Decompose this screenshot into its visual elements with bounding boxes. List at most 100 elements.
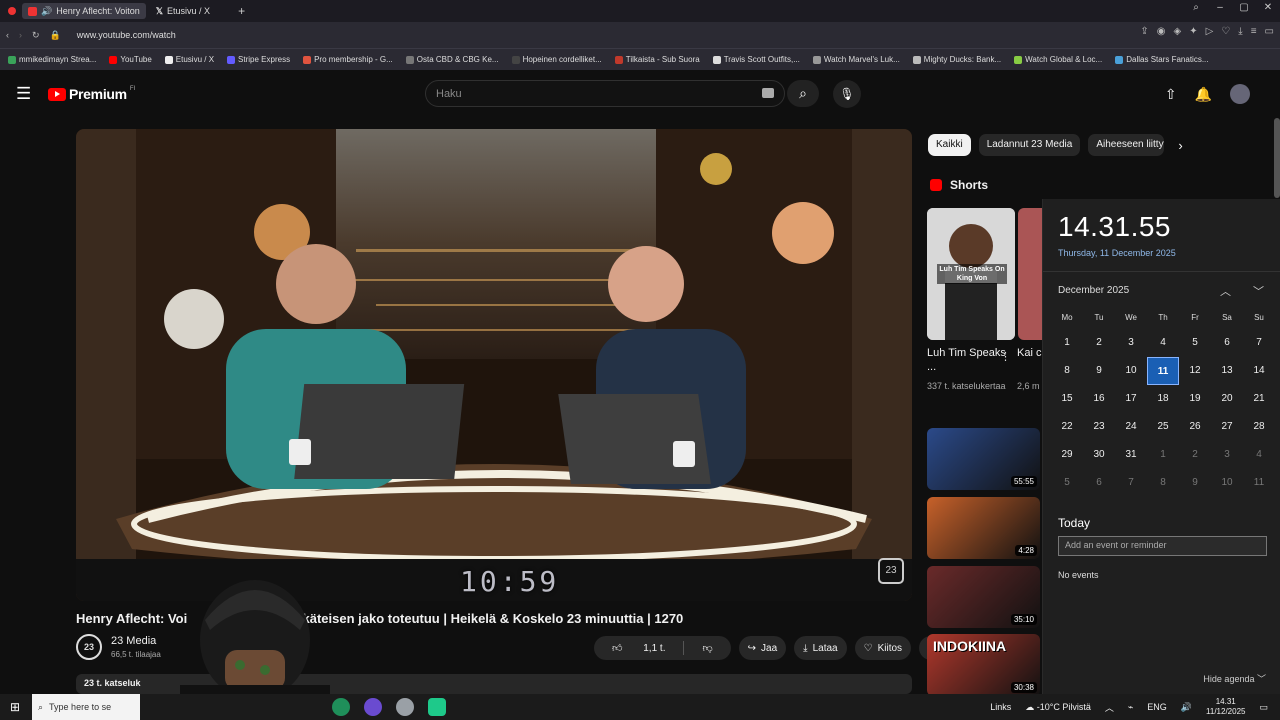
keyboard-icon[interactable] (762, 88, 774, 98)
opera-logo-icon[interactable] (8, 7, 16, 15)
calendar-day[interactable]: 7 (1115, 469, 1147, 497)
calendar-day[interactable]: 4 (1243, 441, 1275, 469)
search-tabs-icon[interactable]: ⌕ (1184, 0, 1208, 16)
bookmark-item[interactable]: Hopeinen cordelliket... (511, 55, 602, 64)
game-app-icon[interactable] (396, 698, 414, 716)
calendar-day[interactable]: 6 (1083, 469, 1115, 497)
bookmark-item[interactable]: Travis Scott Outfits,... (712, 55, 800, 64)
calendar-day[interactable]: 27 (1211, 413, 1243, 441)
calendar-day[interactable]: 9 (1179, 469, 1211, 497)
chip-uploaded-by[interactable]: Ladannut 23 Media (978, 134, 1081, 156)
language-indicator[interactable]: ENG (1147, 702, 1167, 712)
maximize-button[interactable]: ▢ (1232, 0, 1256, 16)
bookmark-item[interactable]: Dallas Stars Fanatics... (1115, 55, 1208, 64)
calendar-day[interactable]: 9 (1083, 357, 1115, 385)
calendar-day[interactable]: 10 (1211, 469, 1243, 497)
calendar-day[interactable]: 29 (1051, 441, 1083, 469)
bookmark-item[interactable]: Osta CBD & CBG Ke... (405, 55, 499, 64)
messenger-app-icon[interactable] (428, 698, 446, 716)
links-toolbar[interactable]: Links (990, 702, 1011, 712)
speaker-icon[interactable]: 🔊 (41, 6, 52, 17)
calendar-day[interactable]: 24 (1115, 413, 1147, 441)
calendar-day[interactable]: 26 (1179, 413, 1211, 441)
calendar-day[interactable]: 14 (1243, 357, 1275, 385)
weather-widget[interactable]: ☁ -10°C Pilvistä (1025, 702, 1091, 713)
taskbar-search-input[interactable]: ⌕ Type here to se (32, 694, 140, 720)
bookmark-item[interactable]: Pro membership - G... (303, 55, 393, 64)
calendar-day[interactable]: 21 (1243, 385, 1275, 413)
bookmark-item[interactable]: Watch Global & Loc... (1014, 55, 1102, 64)
calendar-day[interactable]: 20 (1211, 385, 1243, 413)
minimize-button[interactable]: – (1208, 0, 1232, 16)
voice-search-button[interactable]: 🎙 (833, 80, 861, 108)
camera-icon[interactable]: ◉ (1157, 26, 1166, 37)
share-icon[interactable]: ⇪ (1140, 26, 1148, 37)
calendar-day[interactable]: 8 (1147, 469, 1179, 497)
chip-related[interactable]: Aiheeseen liittyvä (1088, 134, 1165, 156)
chevron-up-icon[interactable]: ︿ (1105, 701, 1114, 714)
calendar-day[interactable]: 30 (1083, 441, 1115, 469)
calendar-day[interactable]: 25 (1147, 413, 1179, 441)
related-video-thumbnail[interactable]: 35:10 (927, 566, 1040, 628)
chevron-down-icon[interactable]: ﹀ (1253, 283, 1264, 299)
calendar-day[interactable]: 19 (1179, 385, 1211, 413)
upload-icon[interactable]: ⇧ (1165, 86, 1177, 103)
tab-x[interactable]: 𝕏 Etusivu / X (150, 3, 216, 19)
calendar-day[interactable]: 15 (1051, 385, 1083, 413)
related-video-thumbnail[interactable]: 4:28 (927, 497, 1040, 559)
calendar-day[interactable]: 1 (1051, 329, 1083, 357)
bookmark-item[interactable]: Stripe Express (227, 55, 290, 64)
hamburger-menu-icon[interactable]: ☰ (16, 84, 31, 104)
calendar-day[interactable]: 23 (1083, 413, 1115, 441)
bookmark-item[interactable]: Etusivu / X (164, 55, 214, 64)
volume-icon[interactable]: 🔊 (1181, 702, 1192, 713)
menu-icon[interactable]: ≡ (1251, 26, 1257, 37)
calendar-day[interactable]: 11 (1243, 469, 1275, 497)
chip-all[interactable]: Kaikki (928, 134, 971, 156)
windows-start-icon[interactable]: ⊞ (10, 700, 26, 714)
discord-app-icon[interactable] (364, 698, 382, 716)
new-tab-button[interactable]: + (238, 4, 245, 18)
calendar-day[interactable]: 28 (1243, 413, 1275, 441)
calendar-day[interactable]: 5 (1179, 329, 1211, 357)
video-player[interactable]: 10:59 23 (76, 129, 912, 601)
channel-name[interactable]: 23 Media (111, 635, 156, 647)
short-thumbnail-1[interactable]: Luh Tim Speaks On King Von (927, 208, 1015, 340)
share-button[interactable]: ↪ Jaa (738, 636, 787, 660)
download-button[interactable]: ⤓ Lataa (794, 636, 847, 660)
url-field[interactable]: www.youtube.com/watch (77, 30, 176, 40)
bookmark-item[interactable]: Watch Marvel's Luk... (812, 55, 900, 64)
short-title-1[interactable]: Luh Tim Speaks ... (927, 346, 1007, 374)
calendar-day[interactable]: 6 (1211, 329, 1243, 357)
like-button[interactable]: 👍︎ 1,1 t. (594, 642, 683, 654)
bookmark-item[interactable]: Tilkaista - Sub Suora (614, 55, 700, 64)
back-icon[interactable]: ‹ (6, 30, 9, 40)
download-icon[interactable]: ⤓ (1238, 26, 1242, 37)
calendar-date-link[interactable]: Thursday, 11 December 2025 (1058, 248, 1176, 258)
calendar-day[interactable]: 3 (1211, 441, 1243, 469)
youtube-premium-logo[interactable]: Premium FI (48, 86, 135, 102)
hide-agenda-button[interactable]: Hide agenda ﹀ (1203, 672, 1266, 685)
calendar-day[interactable]: 13 (1211, 357, 1243, 385)
calendar-day[interactable]: 10 (1115, 357, 1147, 385)
heart-icon[interactable]: ♡ (1221, 26, 1230, 37)
calendar-day[interactable]: 7 (1243, 329, 1275, 357)
calendar-day[interactable]: 5 (1051, 469, 1083, 497)
bookmark-item[interactable]: YouTube (109, 55, 152, 64)
extension-icon[interactable]: ✦ (1189, 26, 1197, 37)
calendar-day[interactable]: 31 (1115, 441, 1147, 469)
shield-icon[interactable]: ◈ (1174, 26, 1182, 37)
wallet-icon[interactable]: ▭ (1265, 26, 1274, 37)
calendar-day[interactable]: 8 (1051, 357, 1083, 385)
calendar-day[interactable]: 12 (1179, 357, 1211, 385)
calendar-day[interactable]: 3 (1115, 329, 1147, 357)
play-icon[interactable]: ▷ (1206, 26, 1214, 37)
dislike-button[interactable]: 👎︎ (684, 642, 730, 654)
calendar-day[interactable]: 2 (1083, 329, 1115, 357)
calendar-day[interactable]: 16 (1083, 385, 1115, 413)
bookmark-item[interactable]: mmikedimayn Strea... (8, 55, 96, 64)
notification-icon[interactable]: ▭ (1259, 702, 1268, 713)
forward-icon[interactable]: › (19, 30, 22, 40)
calendar-day[interactable]: 2 (1179, 441, 1211, 469)
calendar-day[interactable]: 22 (1051, 413, 1083, 441)
